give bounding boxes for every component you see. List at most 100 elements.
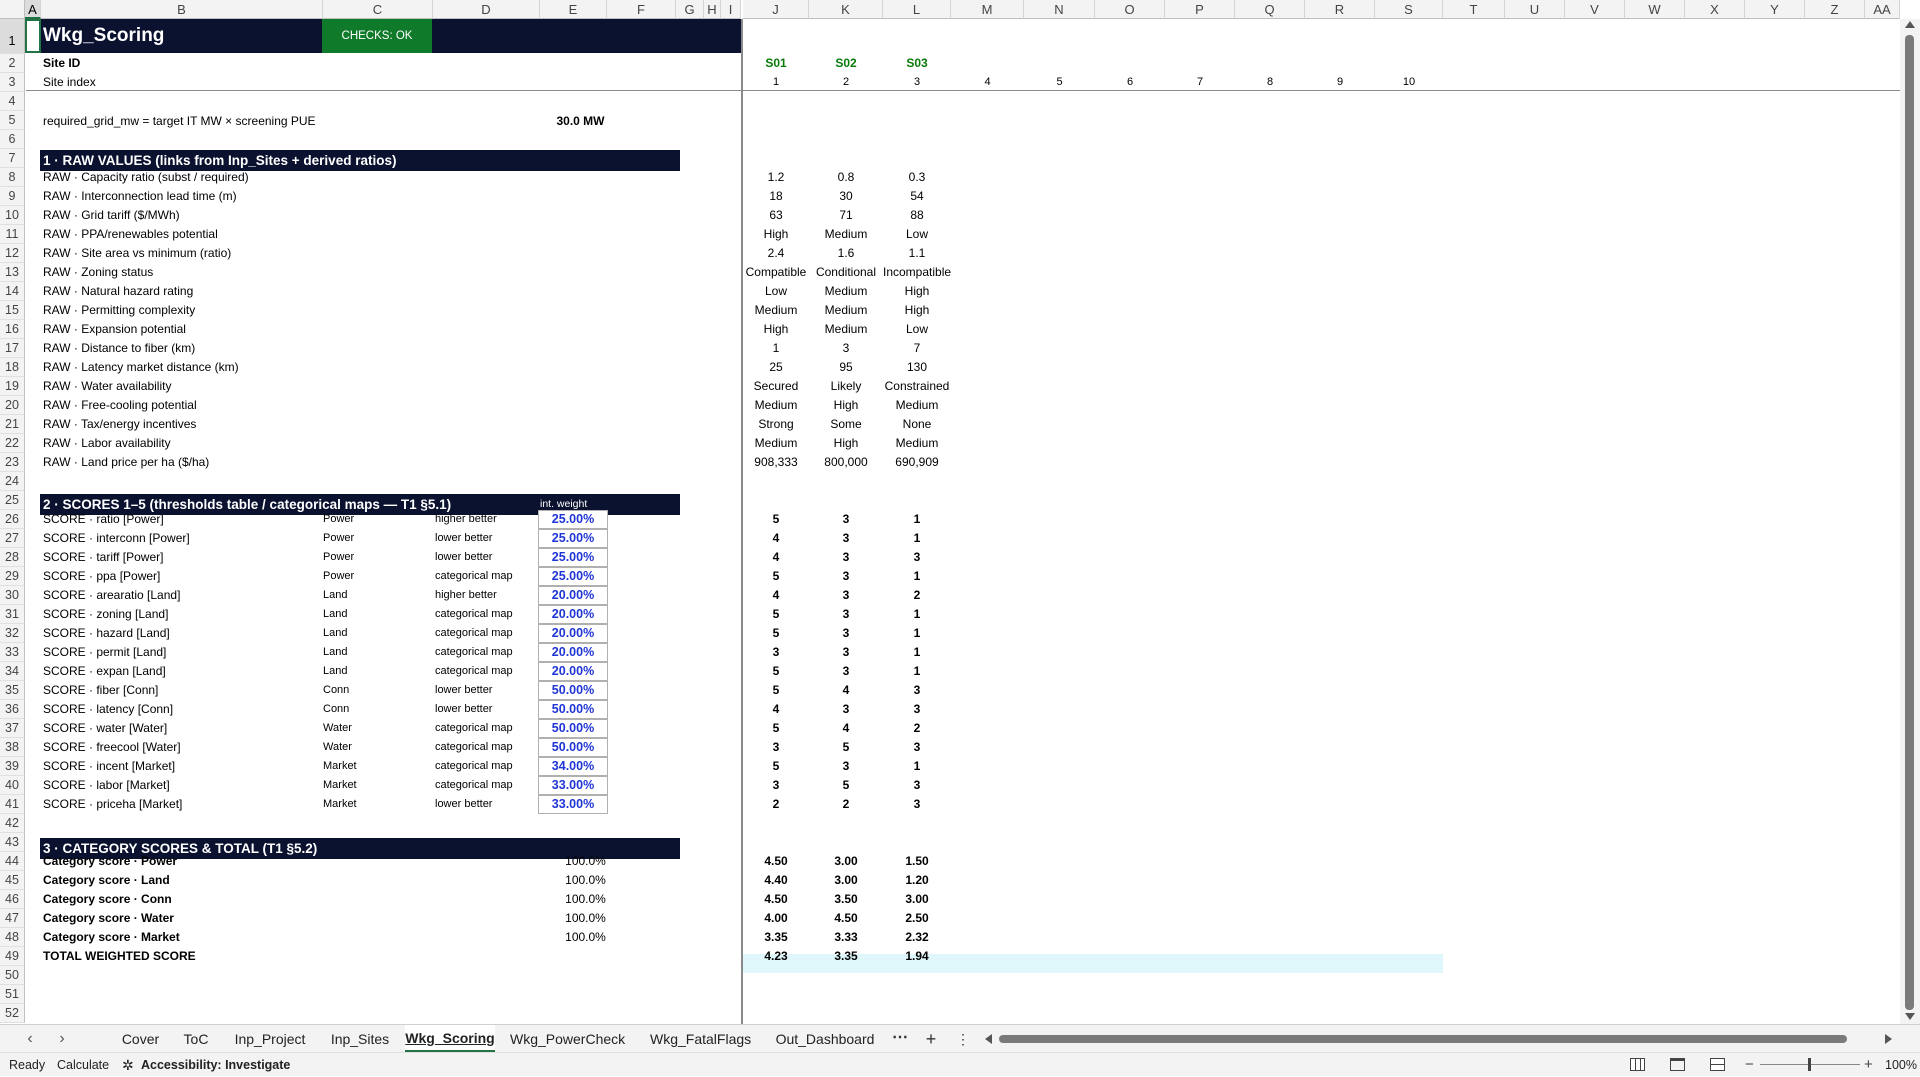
raw-row-value[interactable]: None bbox=[883, 415, 951, 434]
score-row-value[interactable]: 3 bbox=[809, 757, 883, 776]
horizontal-scroll-thumb[interactable] bbox=[999, 1035, 1847, 1043]
row-header-27[interactable]: 27 bbox=[0, 529, 25, 548]
raw-row-value[interactable]: Compatible bbox=[743, 263, 809, 282]
score-row-weight-input[interactable]: 20.00% bbox=[538, 624, 608, 643]
row-header-51[interactable]: 51 bbox=[0, 985, 25, 1004]
column-header-c[interactable]: C bbox=[323, 0, 433, 19]
row-header-11[interactable]: 11 bbox=[0, 225, 25, 244]
row-header-28[interactable]: 28 bbox=[0, 548, 25, 567]
raw-row-value[interactable]: Medium bbox=[743, 396, 809, 415]
score-row-value[interactable]: 5 bbox=[743, 510, 809, 529]
score-row-value[interactable]: 1 bbox=[883, 510, 951, 529]
score-row-value[interactable]: 1 bbox=[883, 624, 951, 643]
raw-row-value[interactable]: 1.6 bbox=[809, 244, 883, 263]
column-header-aa[interactable]: AA bbox=[1865, 0, 1900, 19]
row-header-39[interactable]: 39 bbox=[0, 757, 25, 776]
score-row-value[interactable]: 3 bbox=[809, 567, 883, 586]
column-header-d[interactable]: D bbox=[433, 0, 540, 19]
raw-row-value[interactable]: Some bbox=[809, 415, 883, 434]
sheet-tab[interactable]: Inp_Sites bbox=[320, 1025, 400, 1053]
score-row-value[interactable]: 5 bbox=[809, 738, 883, 757]
category-row-value[interactable]: 1.50 bbox=[883, 852, 951, 871]
row-header-8[interactable]: 8 bbox=[0, 168, 25, 187]
spreadsheet-grid[interactable]: A B C D E F G H I J K L M N O P Q R S T U V W X Y Z AA 1 2 3 4 5 6 7 8 9 10… bbox=[0, 0, 1920, 1024]
raw-row-value[interactable]: 130 bbox=[883, 358, 951, 377]
score-row-value[interactable]: 3 bbox=[809, 548, 883, 567]
column-header-t[interactable]: T bbox=[1443, 0, 1505, 19]
raw-row-value[interactable]: Likely bbox=[809, 377, 883, 396]
row-header-48[interactable]: 48 bbox=[0, 928, 25, 947]
raw-row-value[interactable]: Low bbox=[883, 320, 951, 339]
category-row-value[interactable]: 4.50 bbox=[743, 852, 809, 871]
raw-row-value[interactable]: 30 bbox=[809, 187, 883, 206]
column-header-q[interactable]: Q bbox=[1235, 0, 1305, 19]
column-header-y[interactable]: Y bbox=[1745, 0, 1805, 19]
row-header-29[interactable]: 29 bbox=[0, 567, 25, 586]
row-header-23[interactable]: 23 bbox=[0, 453, 25, 472]
column-header-l[interactable]: L bbox=[883, 0, 951, 19]
row-header-18[interactable]: 18 bbox=[0, 358, 25, 377]
score-row-weight-input[interactable]: 25.00% bbox=[538, 510, 608, 529]
zoom-out-icon[interactable]: − bbox=[1745, 1053, 1754, 1076]
row-header-34[interactable]: 34 bbox=[0, 662, 25, 681]
score-row-value[interactable]: 3 bbox=[743, 738, 809, 757]
row-header-25[interactable]: 25 bbox=[0, 491, 25, 510]
category-row-value[interactable]: 3.35 bbox=[743, 928, 809, 947]
score-row-weight-input[interactable]: 50.00% bbox=[538, 700, 608, 719]
column-header-u[interactable]: U bbox=[1505, 0, 1565, 19]
category-row-value[interactable]: 1.20 bbox=[883, 871, 951, 890]
score-row-weight-input[interactable]: 33.00% bbox=[538, 776, 608, 795]
score-row-value[interactable]: 2 bbox=[743, 795, 809, 814]
column-header-x[interactable]: X bbox=[1685, 0, 1745, 19]
raw-row-value[interactable]: 88 bbox=[883, 206, 951, 225]
row-header-12[interactable]: 12 bbox=[0, 244, 25, 263]
raw-row-value[interactable]: 18 bbox=[743, 187, 809, 206]
row-header-38[interactable]: 38 bbox=[0, 738, 25, 757]
column-header-p[interactable]: P bbox=[1165, 0, 1235, 19]
score-row-value[interactable]: 3 bbox=[809, 624, 883, 643]
row-header-32[interactable]: 32 bbox=[0, 624, 25, 643]
raw-row-value[interactable]: 908,333 bbox=[743, 453, 809, 472]
raw-row-value[interactable]: 0.8 bbox=[809, 168, 883, 187]
tab-scroll-left-icon[interactable]: ‹ bbox=[22, 1025, 38, 1053]
tab-options-icon[interactable]: ⋮ bbox=[955, 1025, 971, 1053]
column-header-m[interactable]: M bbox=[951, 0, 1024, 19]
row-header-47[interactable]: 47 bbox=[0, 909, 25, 928]
row-header-24[interactable]: 24 bbox=[0, 472, 25, 491]
column-header-i[interactable]: I bbox=[721, 0, 741, 19]
score-row-value[interactable]: 3 bbox=[743, 643, 809, 662]
category-row-value[interactable]: 3.50 bbox=[809, 890, 883, 909]
row-header-16[interactable]: 16 bbox=[0, 320, 25, 339]
raw-row-value[interactable]: High bbox=[809, 434, 883, 453]
page-break-view-icon[interactable] bbox=[1710, 1058, 1725, 1071]
category-row-value[interactable]: 2.50 bbox=[883, 909, 951, 928]
row-header-40[interactable]: 40 bbox=[0, 776, 25, 795]
category-row-value[interactable]: 4.40 bbox=[743, 871, 809, 890]
row-header-50[interactable]: 50 bbox=[0, 966, 25, 985]
sheet-tab[interactable]: Wkg_FatalFlags bbox=[650, 1025, 751, 1053]
raw-row-value[interactable]: 7 bbox=[883, 339, 951, 358]
column-header-h[interactable]: H bbox=[704, 0, 721, 19]
raw-row-value[interactable]: 800,000 bbox=[809, 453, 883, 472]
score-row-value[interactable]: 4 bbox=[809, 719, 883, 738]
score-row-weight-input[interactable]: 20.00% bbox=[538, 586, 608, 605]
raw-row-value[interactable]: Strong bbox=[743, 415, 809, 434]
row-header-9[interactable]: 9 bbox=[0, 187, 25, 206]
raw-row-value[interactable]: 63 bbox=[743, 206, 809, 225]
column-header-a[interactable]: A bbox=[25, 0, 41, 19]
score-row-value[interactable]: 1 bbox=[883, 605, 951, 624]
score-row-weight-input[interactable]: 50.00% bbox=[538, 681, 608, 700]
score-row-weight-input[interactable]: 20.00% bbox=[538, 643, 608, 662]
score-row-value[interactable]: 4 bbox=[743, 586, 809, 605]
sheet-tab[interactable]: Wkg_Scoring bbox=[405, 1025, 495, 1053]
score-row-weight-input[interactable]: 25.00% bbox=[538, 529, 608, 548]
row-header-1[interactable]: 1 bbox=[0, 19, 25, 54]
status-accessibility[interactable]: Accessibility: Investigate bbox=[141, 1053, 290, 1077]
column-header-v[interactable]: V bbox=[1565, 0, 1625, 19]
score-row-weight-input[interactable]: 34.00% bbox=[538, 757, 608, 776]
add-sheet-icon[interactable]: + bbox=[920, 1025, 942, 1053]
category-row-value[interactable]: 3.00 bbox=[883, 890, 951, 909]
score-row-value[interactable]: 2 bbox=[883, 586, 951, 605]
column-header-f[interactable]: F bbox=[607, 0, 676, 19]
category-row-value[interactable]: 3.33 bbox=[809, 928, 883, 947]
